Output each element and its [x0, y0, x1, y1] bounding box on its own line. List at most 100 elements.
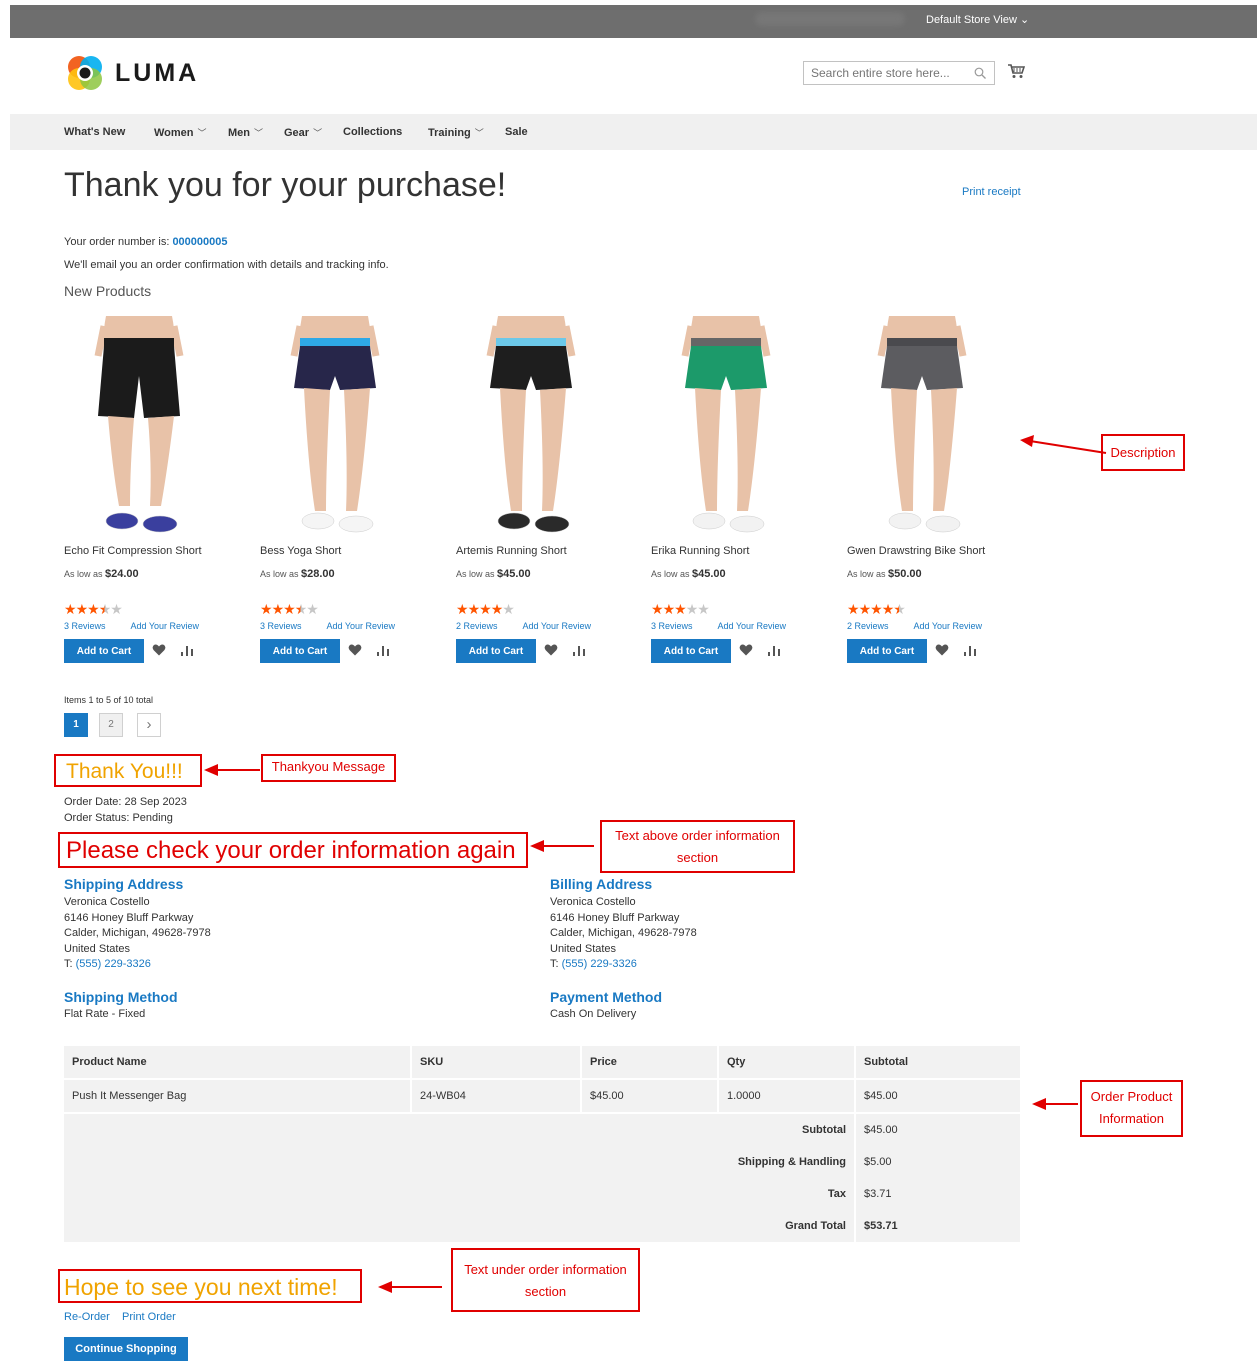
- product-card[interactable]: Echo Fit Compression Short As low as $24.…: [64, 316, 244, 663]
- nav-item-whats-new[interactable]: What's New: [64, 126, 125, 138]
- product-name[interactable]: Artemis Running Short: [456, 545, 567, 557]
- add-to-cart-button[interactable]: Add to Cart: [64, 639, 144, 663]
- compare-icon[interactable]: [963, 644, 977, 656]
- star-icon: ★: [697, 601, 710, 617]
- compare-icon[interactable]: [572, 644, 586, 656]
- column-header: Price: [582, 1046, 719, 1078]
- reviews-link[interactable]: 2 Reviews: [847, 621, 889, 631]
- logo-text[interactable]: LUMA: [115, 59, 199, 88]
- nav-item-gear[interactable]: Gear ﹀: [284, 126, 322, 139]
- print-receipt-link[interactable]: Print receipt: [962, 186, 1021, 198]
- annotation-line: Text above order information: [615, 828, 780, 843]
- order-status: Order Status: Pending: [64, 812, 173, 824]
- page-1-button[interactable]: 1: [64, 713, 88, 737]
- product-image[interactable]: [847, 316, 997, 536]
- page-title: Thank you for your purchase!: [64, 166, 507, 204]
- star-icon: ★: [893, 601, 906, 617]
- nav-item-men[interactable]: Men ﹀: [228, 126, 263, 139]
- review-links: 3 Reviews Add Your Review: [651, 621, 786, 631]
- add-review-link[interactable]: Add Your Review: [327, 621, 396, 631]
- product-image[interactable]: [64, 316, 214, 536]
- totals-value: $5.00: [856, 1146, 1022, 1178]
- annotation-line: section: [676, 850, 719, 865]
- order-number-link[interactable]: 000000005: [172, 236, 227, 248]
- reviews-link[interactable]: 3 Reviews: [651, 621, 693, 631]
- table-cell: $45.00: [582, 1078, 719, 1112]
- search-box[interactable]: [803, 61, 995, 85]
- nav-item-women[interactable]: Women ﹀: [154, 126, 207, 139]
- product-name[interactable]: Echo Fit Compression Short: [64, 545, 202, 557]
- product-card[interactable]: Gwen Drawstring Bike Short As low as $50.…: [847, 316, 1027, 663]
- price-prefix: As low as: [64, 569, 106, 579]
- phone-link[interactable]: (555) 229-3326: [562, 958, 637, 970]
- star-icon: ★: [870, 601, 883, 617]
- billing-address-heading: Billing Address: [550, 876, 653, 892]
- thank-you-message: Thank You!!!: [54, 754, 202, 787]
- reviews-link[interactable]: 3 Reviews: [64, 621, 106, 631]
- price-value: $45.00: [497, 568, 531, 580]
- product-name[interactable]: Bess Yoga Short: [260, 545, 341, 557]
- nav-item-collections[interactable]: Collections: [343, 126, 402, 138]
- price-prefix: As low as: [260, 569, 302, 579]
- shipping-address-heading: Shipping Address: [64, 876, 184, 892]
- annotation-thankyou-message: Thankyou Message: [261, 754, 396, 782]
- star-icon: ★: [479, 601, 492, 617]
- nav-item-sale[interactable]: Sale: [505, 126, 528, 138]
- add-review-link[interactable]: Add Your Review: [914, 621, 983, 631]
- totals-value: $3.71: [856, 1178, 1022, 1210]
- add-review-link[interactable]: Add Your Review: [131, 621, 200, 631]
- product-image[interactable]: [456, 316, 606, 536]
- reviews-link[interactable]: 2 Reviews: [456, 621, 498, 631]
- add-to-cart-button[interactable]: Add to Cart: [847, 639, 927, 663]
- product-price: As low as $45.00: [651, 568, 726, 580]
- annotation-line: Text under order information: [464, 1262, 627, 1277]
- wishlist-heart-icon[interactable]: [348, 644, 362, 656]
- annotation-line: Order Product: [1090, 1089, 1173, 1104]
- wishlist-heart-icon[interactable]: [152, 644, 166, 656]
- add-review-link[interactable]: Add Your Review: [718, 621, 787, 631]
- print-order-link[interactable]: Print Order: [122, 1311, 176, 1323]
- reviews-link[interactable]: 3 Reviews: [260, 621, 302, 631]
- compare-icon[interactable]: [376, 644, 390, 656]
- wishlist-heart-icon[interactable]: [935, 644, 949, 656]
- column-header: SKU: [412, 1046, 582, 1078]
- items-count: Items 1 to 5 of 10 total: [64, 695, 154, 705]
- shipping-method-heading: Shipping Method: [64, 989, 178, 1005]
- continue-shopping-button[interactable]: Continue Shopping: [64, 1337, 188, 1361]
- check-order-text: Please check your order information agai…: [58, 832, 528, 868]
- add-to-cart-button[interactable]: Add to Cart: [260, 639, 340, 663]
- product-image[interactable]: [651, 316, 801, 536]
- luma-logo-icon[interactable]: [66, 54, 104, 92]
- address-street: 6146 Honey Bluff Parkway: [64, 911, 194, 924]
- phone-link[interactable]: (555) 229-3326: [76, 958, 151, 970]
- product-name[interactable]: Erika Running Short: [651, 545, 749, 557]
- rating-stars: ★★★★★: [260, 601, 319, 618]
- compare-icon[interactable]: [767, 644, 781, 656]
- nav-item-training[interactable]: Training ﹀: [428, 126, 484, 139]
- wishlist-heart-icon[interactable]: [739, 644, 753, 656]
- table-cell: Push It Messenger Bag: [64, 1078, 412, 1112]
- next-page-button[interactable]: ›: [137, 713, 161, 737]
- cart-icon[interactable]: [1007, 63, 1025, 79]
- rating-stars: ★★★★★: [456, 601, 515, 618]
- page-2-button[interactable]: 2: [99, 713, 123, 737]
- add-to-cart-button[interactable]: Add to Cart: [456, 639, 536, 663]
- search-icon[interactable]: [974, 67, 986, 79]
- nav-label: Training: [428, 127, 471, 139]
- compare-icon[interactable]: [180, 644, 194, 656]
- product-card[interactable]: Bess Yoga Short As low as $28.00 ★★★★★ 3 Re…: [260, 316, 440, 663]
- product-card[interactable]: Artemis Running Short As low as $45.00 ★★★…: [456, 316, 636, 663]
- product-image[interactable]: [260, 316, 410, 536]
- product-card[interactable]: Erika Running Short As low as $45.00 ★★★★★…: [651, 316, 831, 663]
- store-view-switcher[interactable]: Default Store View ⌄: [926, 13, 1029, 26]
- totals-label: Subtotal: [64, 1112, 856, 1146]
- add-review-link[interactable]: Add Your Review: [523, 621, 592, 631]
- wishlist-heart-icon[interactable]: [544, 644, 558, 656]
- reorder-link[interactable]: Re-Order: [64, 1311, 110, 1323]
- chevron-down-icon: ⌄: [1019, 14, 1030, 26]
- nav-label: Men: [228, 127, 250, 139]
- price-value: $45.00: [692, 568, 726, 580]
- search-input[interactable]: [804, 62, 973, 84]
- add-to-cart-button[interactable]: Add to Cart: [651, 639, 731, 663]
- product-name[interactable]: Gwen Drawstring Bike Short: [847, 545, 985, 557]
